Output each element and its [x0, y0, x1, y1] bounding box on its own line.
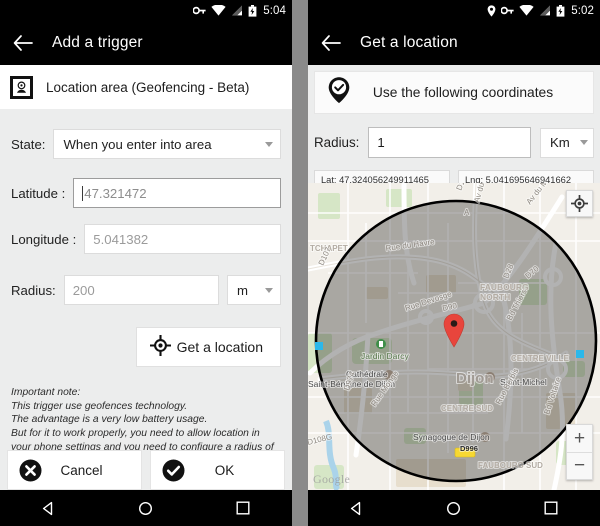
- map-label: Jardin Darcy: [361, 351, 409, 361]
- map-radius-row: Radius: 1 Km: [308, 127, 600, 158]
- note-title: Important note:: [11, 387, 81, 398]
- nav-home-icon[interactable]: [129, 490, 163, 526]
- get-location-label: Get a location: [176, 339, 263, 355]
- right-app-bar: Get a location: [308, 21, 600, 65]
- right-phone-panel: 5:02 Get a location Use the following co…: [308, 0, 600, 526]
- crosshair-target-icon: [148, 333, 172, 359]
- longitude-value: 5.041382: [93, 231, 149, 247]
- note-line-2: The advantage is a very low battery usag…: [11, 414, 208, 426]
- nav-back-icon[interactable]: [340, 490, 374, 526]
- longitude-input[interactable]: 5.041382: [84, 224, 281, 254]
- latitude-input[interactable]: 47.321472: [73, 178, 281, 208]
- cancel-button[interactable]: Cancel: [7, 450, 142, 490]
- confirm-circle-check-icon: [162, 459, 185, 482]
- dialog-actions: Cancel OK: [0, 450, 292, 490]
- map-radius-unit-value: Km: [550, 135, 570, 150]
- latitude-value: 47.321472: [84, 185, 147, 201]
- ok-button[interactable]: OK: [150, 450, 285, 490]
- chevron-down-icon: [579, 140, 588, 145]
- nav-recents-icon[interactable]: [226, 490, 260, 526]
- geofence-location-icon: [10, 75, 33, 99]
- dual-phone-screenshot: 5:04 Add a trigger Location area (Geofen…: [0, 0, 600, 526]
- location-pin-icon: [487, 4, 496, 17]
- use-coordinates-button[interactable]: Use the following coordinates: [314, 71, 594, 114]
- trigger-form: State: When you enter into area Latitude…: [0, 129, 292, 305]
- map-radius-value: 1: [377, 135, 385, 150]
- battery-icon: [556, 4, 565, 17]
- vpn-key-icon: [193, 5, 206, 16]
- state-select[interactable]: When you enter into area: [53, 129, 281, 159]
- radius-value: 200: [72, 282, 95, 298]
- longitude-label: Longitude :: [11, 231, 77, 247]
- panel-divider: [292, 0, 308, 526]
- state-row: State: When you enter into area: [11, 129, 281, 159]
- my-location-button[interactable]: [566, 190, 593, 217]
- state-select-value: When you enter into area: [63, 136, 212, 152]
- back-arrow-icon[interactable]: [320, 32, 342, 54]
- note-line-1: This trigger use geofences technology.: [11, 400, 188, 412]
- status-clock: 5:04: [263, 4, 286, 17]
- right-status-bar: 5:02: [308, 0, 600, 21]
- trigger-type-label: Location area (Geofencing - Beta): [46, 79, 250, 95]
- radius-unit-value: m: [237, 282, 248, 298]
- use-coordinates-label: Use the following coordinates: [372, 85, 554, 100]
- map-zoom-controls: + −: [566, 424, 593, 480]
- map-label: CENTRE SUD: [441, 404, 493, 413]
- get-location-button[interactable]: Get a location: [135, 327, 281, 367]
- left-phone-panel: 5:04 Add a trigger Location area (Geofen…: [0, 0, 292, 526]
- state-label: State:: [11, 136, 46, 152]
- radius-row: Radius: 200 m: [11, 275, 281, 305]
- google-attribution: Google: [313, 472, 351, 486]
- vpn-key-icon: [501, 5, 514, 16]
- latitude-row: Latitude : 47.321472: [11, 178, 281, 208]
- wifi-icon: [519, 5, 534, 16]
- page-title: Get a location: [360, 34, 458, 51]
- nav-home-icon[interactable]: [437, 490, 471, 526]
- latitude-label: Latitude :: [11, 185, 66, 201]
- get-location-row: Get a location: [0, 327, 292, 367]
- radius-label: Radius:: [11, 282, 56, 298]
- my-location-icon: [571, 195, 588, 212]
- left-app-bar: Add a trigger: [0, 21, 292, 65]
- map-label: D996: [460, 444, 478, 453]
- zoom-in-button[interactable]: +: [567, 425, 592, 453]
- nav-back-icon[interactable]: [32, 490, 66, 526]
- right-navigation-bar: [308, 490, 600, 526]
- nav-recents-icon[interactable]: [534, 490, 568, 526]
- chevron-down-icon: [265, 287, 273, 293]
- radius-unit-select[interactable]: m: [227, 275, 281, 305]
- longitude-row: Longitude : 5.041382: [11, 224, 281, 254]
- map-view[interactable]: Dijon FAUBOURG NORTH CENTRE VILLE CENTRE SUD…: [308, 183, 600, 490]
- left-navigation-bar: [0, 490, 292, 526]
- chevron-down-icon: [265, 141, 273, 147]
- map-radius-input[interactable]: 1: [368, 127, 531, 158]
- back-arrow-icon[interactable]: [12, 32, 34, 54]
- map-label: FAUBOURG SUD: [478, 461, 543, 470]
- check-pin-icon: [327, 76, 351, 109]
- wifi-icon: [211, 5, 226, 16]
- signal-icon: [539, 5, 551, 16]
- map-label: Dijon: [456, 370, 494, 387]
- map-radius-unit-select[interactable]: Km: [540, 127, 594, 158]
- left-status-bar: 5:04: [0, 0, 292, 21]
- radius-input[interactable]: 200: [63, 275, 219, 305]
- battery-icon: [248, 4, 257, 17]
- map-label: Synagogue de Dijon: [413, 432, 490, 442]
- map-radius-label: Radius:: [314, 135, 360, 150]
- page-title: Add a trigger: [52, 34, 143, 51]
- map-canvas: DijonFAUBOURGNORTHCENTRE VILLECENTRE SUD…: [308, 183, 600, 490]
- map-label: CENTRE VILLE: [511, 354, 569, 363]
- signal-icon: [231, 5, 243, 16]
- status-clock: 5:02: [571, 4, 594, 17]
- zoom-out-button[interactable]: −: [567, 453, 592, 480]
- map-label: NORTH: [480, 292, 510, 302]
- cancel-circle-x-icon: [19, 459, 42, 482]
- map-label: A: [464, 208, 470, 217]
- trigger-type-header: Location area (Geofencing - Beta): [0, 65, 292, 109]
